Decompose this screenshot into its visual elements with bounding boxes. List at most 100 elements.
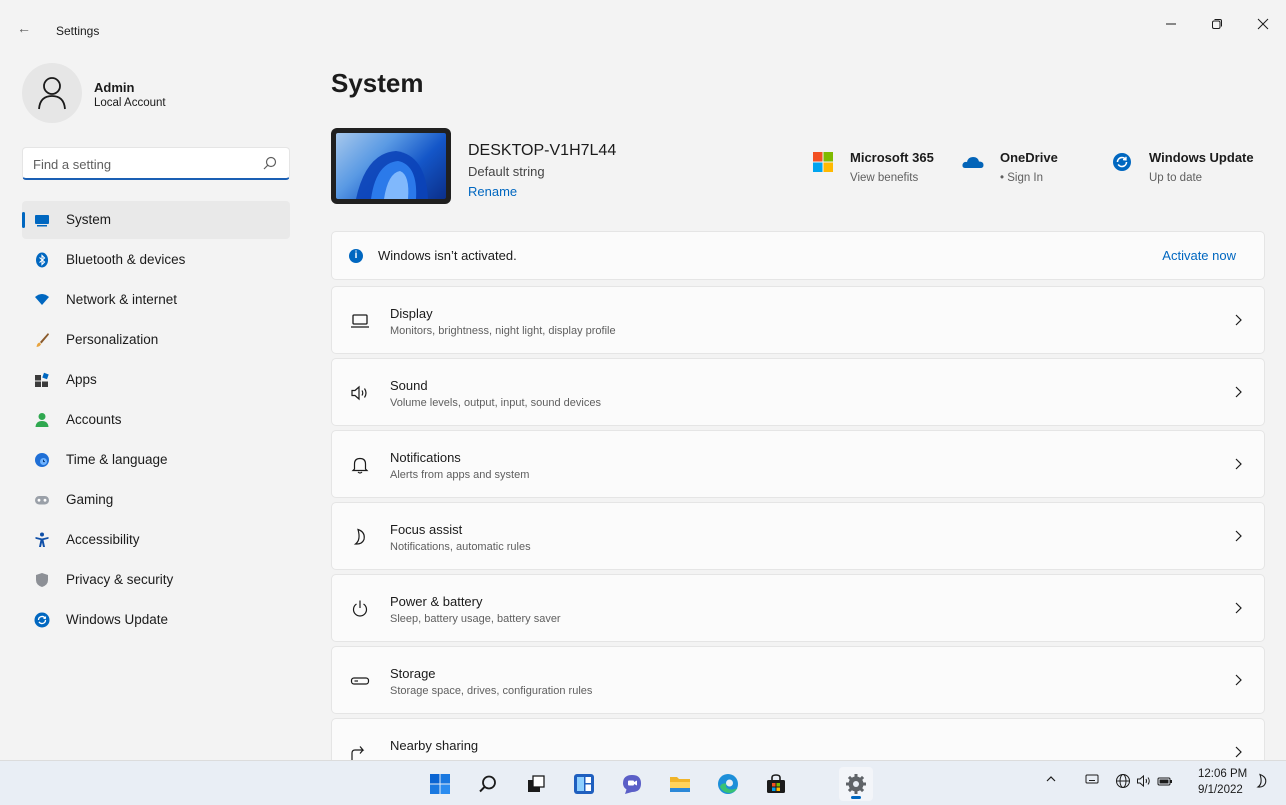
keyboard-tray-button[interactable] — [1085, 773, 1099, 788]
sidebar-item-windows-update[interactable]: Windows Update — [22, 601, 290, 639]
file-explorer-button[interactable] — [663, 767, 697, 801]
sidebar-item-network[interactable]: Network & internet — [22, 281, 290, 319]
device-thumbnail — [331, 128, 451, 204]
cloud-icon — [962, 157, 984, 168]
monitor-icon — [35, 215, 49, 227]
setting-title: Display — [390, 306, 433, 321]
settings-gear-icon — [846, 774, 866, 794]
title-bar: ← Settings — [0, 0, 1286, 48]
setting-subtitle: Monitors, brightness, night light, displ… — [390, 325, 616, 337]
clock-time[interactable]: 12:06 PM — [1198, 768, 1247, 780]
setting-title: Power & battery — [390, 594, 483, 609]
sidebar-item-personalization[interactable]: Personalization — [22, 321, 290, 359]
page-title: System — [331, 68, 424, 98]
device-name: DESKTOP-V1H7L44 — [468, 142, 617, 159]
volume-tray-button[interactable] — [1136, 773, 1152, 792]
sidebar-item-label: Accessibility — [66, 532, 140, 547]
close-button[interactable] — [1240, 8, 1286, 40]
quick-link-title: Windows Update — [1149, 150, 1254, 165]
volume-icon — [1137, 774, 1150, 788]
quick-link-subtitle: • Sign In — [1000, 172, 1044, 184]
search-input[interactable] — [33, 153, 253, 175]
close-icon — [1257, 18, 1269, 30]
setting-title: Nearby sharing — [390, 738, 479, 753]
chevron-right-icon — [1235, 386, 1242, 398]
search-icon[interactable] — [263, 156, 277, 170]
edge-button[interactable] — [711, 767, 745, 801]
activation-message: Windows isn’t activated. — [378, 248, 517, 263]
gamepad-icon — [35, 496, 49, 505]
device-subtitle: Default string — [468, 164, 545, 179]
settings-row-sound[interactable]: Sound Volume levels, output, input, soun… — [331, 358, 1265, 426]
sidebar-nav: System Bluetooth & devices Network & int… — [22, 201, 290, 641]
widgets-button[interactable] — [567, 767, 601, 801]
settings-row-focus-assist[interactable]: Focus assist Notifications, automatic ru… — [331, 502, 1265, 570]
clock-globe-icon — [35, 453, 49, 467]
network-tray-button[interactable] — [1115, 773, 1131, 792]
chevron-right-icon — [1235, 530, 1242, 542]
activation-banner: i Windows isn’t activated. Activate now — [331, 231, 1265, 280]
sidebar-item-label: Apps — [66, 372, 97, 387]
wallpaper-preview — [336, 133, 446, 199]
restore-button[interactable] — [1194, 8, 1240, 40]
settings-taskbar-button[interactable] — [839, 767, 873, 801]
battery-tray-button[interactable] — [1157, 773, 1173, 792]
back-arrow-icon[interactable]: ← — [14, 18, 34, 38]
task-view-button[interactable] — [519, 767, 553, 801]
brush-icon — [36, 333, 49, 347]
person-outline-icon — [38, 77, 66, 110]
settings-row-display[interactable]: Display Monitors, brightness, night ligh… — [331, 286, 1265, 354]
search-icon — [479, 775, 496, 793]
speaker-icon — [351, 385, 367, 401]
sidebar-item-bluetooth[interactable]: Bluetooth & devices — [22, 241, 290, 279]
minimize-button[interactable] — [1148, 8, 1194, 40]
shield-icon — [36, 573, 48, 587]
rename-link[interactable]: Rename — [468, 184, 517, 199]
setting-title: Sound — [390, 378, 428, 393]
accessibility-icon — [35, 532, 49, 547]
store-button[interactable] — [759, 767, 793, 801]
active-app-indicator — [851, 796, 861, 799]
widgets-icon — [574, 774, 594, 794]
restore-icon — [1212, 19, 1222, 29]
sidebar-item-privacy[interactable]: Privacy & security — [22, 561, 290, 599]
activate-now-link[interactable]: Activate now — [1162, 248, 1236, 263]
bloom-wallpaper-icon — [356, 151, 428, 199]
settings-row-storage[interactable]: Storage Storage space, drives, configura… — [331, 646, 1265, 714]
sidebar-item-apps[interactable]: Apps — [22, 361, 290, 399]
start-icon — [430, 774, 450, 794]
search-box[interactable] — [22, 147, 290, 180]
sidebar-item-time-language[interactable]: Time & language — [22, 441, 290, 479]
chevron-right-icon — [1235, 458, 1242, 470]
sidebar-item-label: Privacy & security — [66, 572, 174, 587]
battery-icon — [1157, 777, 1172, 786]
teams-chat-button[interactable] — [615, 767, 649, 801]
sidebar-item-system[interactable]: System — [22, 201, 290, 239]
setting-subtitle: Notifications, automatic rules — [390, 541, 531, 553]
sidebar-item-label: Accounts — [66, 412, 122, 427]
person-icon — [35, 413, 49, 427]
taskbar-search-button[interactable] — [471, 767, 505, 801]
microsoft-logo-icon — [813, 152, 833, 172]
clock-date[interactable]: 9/1/2022 — [1198, 784, 1243, 796]
avatar[interactable] — [22, 63, 82, 123]
sidebar-item-label: Time & language — [66, 452, 168, 467]
settings-row-notifications[interactable]: Notifications Alerts from apps and syste… — [331, 430, 1265, 498]
laptop-icon — [351, 314, 369, 328]
sidebar-item-accessibility[interactable]: Accessibility — [22, 521, 290, 559]
sidebar-item-label: Network & internet — [66, 292, 178, 307]
setting-subtitle: Sleep, battery usage, battery saver — [390, 613, 561, 625]
settings-row-power-battery[interactable]: Power & battery Sleep, battery usage, ba… — [331, 574, 1265, 642]
moon-icon — [353, 528, 365, 545]
edge-icon — [718, 774, 738, 794]
start-button[interactable] — [423, 767, 457, 801]
profile-account-type: Local Account — [94, 97, 166, 109]
setting-title: Notifications — [390, 450, 461, 465]
quick-link-title: OneDrive — [1000, 150, 1058, 165]
sidebar-item-gaming[interactable]: Gaming — [22, 481, 290, 519]
show-hidden-icons-button[interactable] — [1045, 773, 1057, 788]
chevron-right-icon — [1235, 314, 1242, 326]
refresh-icon — [1113, 153, 1131, 171]
sidebar-item-accounts[interactable]: Accounts — [22, 401, 290, 439]
notification-center-button[interactable] — [1254, 773, 1270, 792]
